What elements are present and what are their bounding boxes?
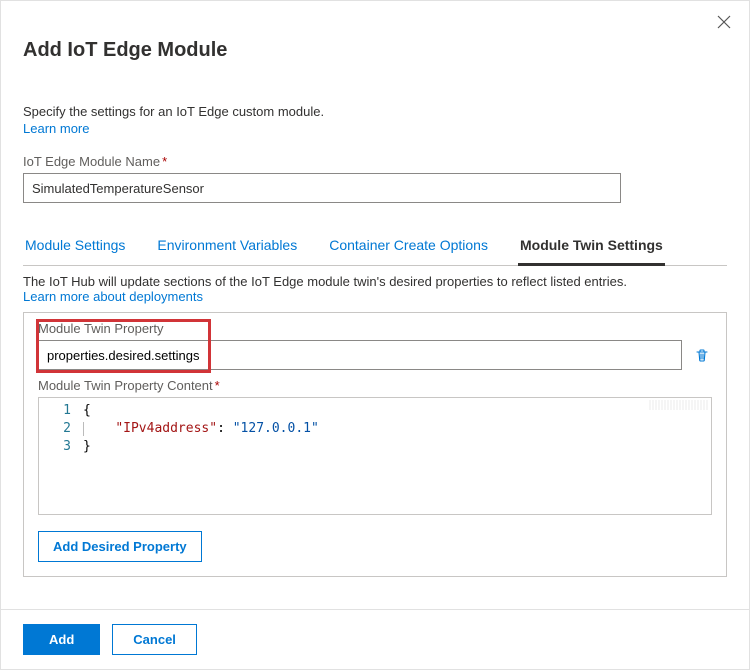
add-desired-property-button[interactable]: Add Desired Property — [38, 531, 202, 562]
tabs: Module Settings Environment Variables Co… — [23, 229, 727, 266]
close-button[interactable] — [713, 11, 735, 33]
tab-container-create-options[interactable]: Container Create Options — [327, 229, 490, 266]
page-subtitle: Specify the settings for an IoT Edge cus… — [23, 104, 727, 119]
add-button[interactable]: Add — [23, 624, 100, 655]
cancel-button[interactable]: Cancel — [112, 624, 197, 655]
tab-environment-variables[interactable]: Environment Variables — [155, 229, 299, 266]
code-gutter: 1 2 3 — [39, 398, 83, 514]
twin-content-editor[interactable]: 1 2 3 { "IPv4address": "127.0.0.1" } — [38, 397, 712, 515]
footer: Add Cancel — [1, 609, 749, 669]
twin-settings-section: Module Twin Property Module Twin Propert… — [23, 312, 727, 577]
tab-module-twin-settings[interactable]: Module Twin Settings — [518, 229, 665, 266]
module-name-label: IoT Edge Module Name* — [23, 154, 727, 169]
learn-more-deployments-link[interactable]: Learn more about deployments — [23, 289, 203, 304]
tab-module-settings[interactable]: Module Settings — [23, 229, 127, 266]
twin-content-label: Module Twin Property Content* — [38, 378, 712, 393]
twin-property-input[interactable] — [38, 340, 682, 370]
module-name-input[interactable] — [23, 173, 621, 203]
twin-description: The IoT Hub will update sections of the … — [23, 274, 727, 289]
twin-property-label: Module Twin Property — [38, 321, 712, 336]
delete-property-button[interactable] — [692, 345, 712, 365]
page-title: Add IoT Edge Module — [23, 39, 727, 62]
code-body[interactable]: { "IPv4address": "127.0.0.1" } — [83, 398, 319, 514]
learn-more-link[interactable]: Learn more — [23, 121, 89, 136]
minimap — [649, 400, 709, 410]
